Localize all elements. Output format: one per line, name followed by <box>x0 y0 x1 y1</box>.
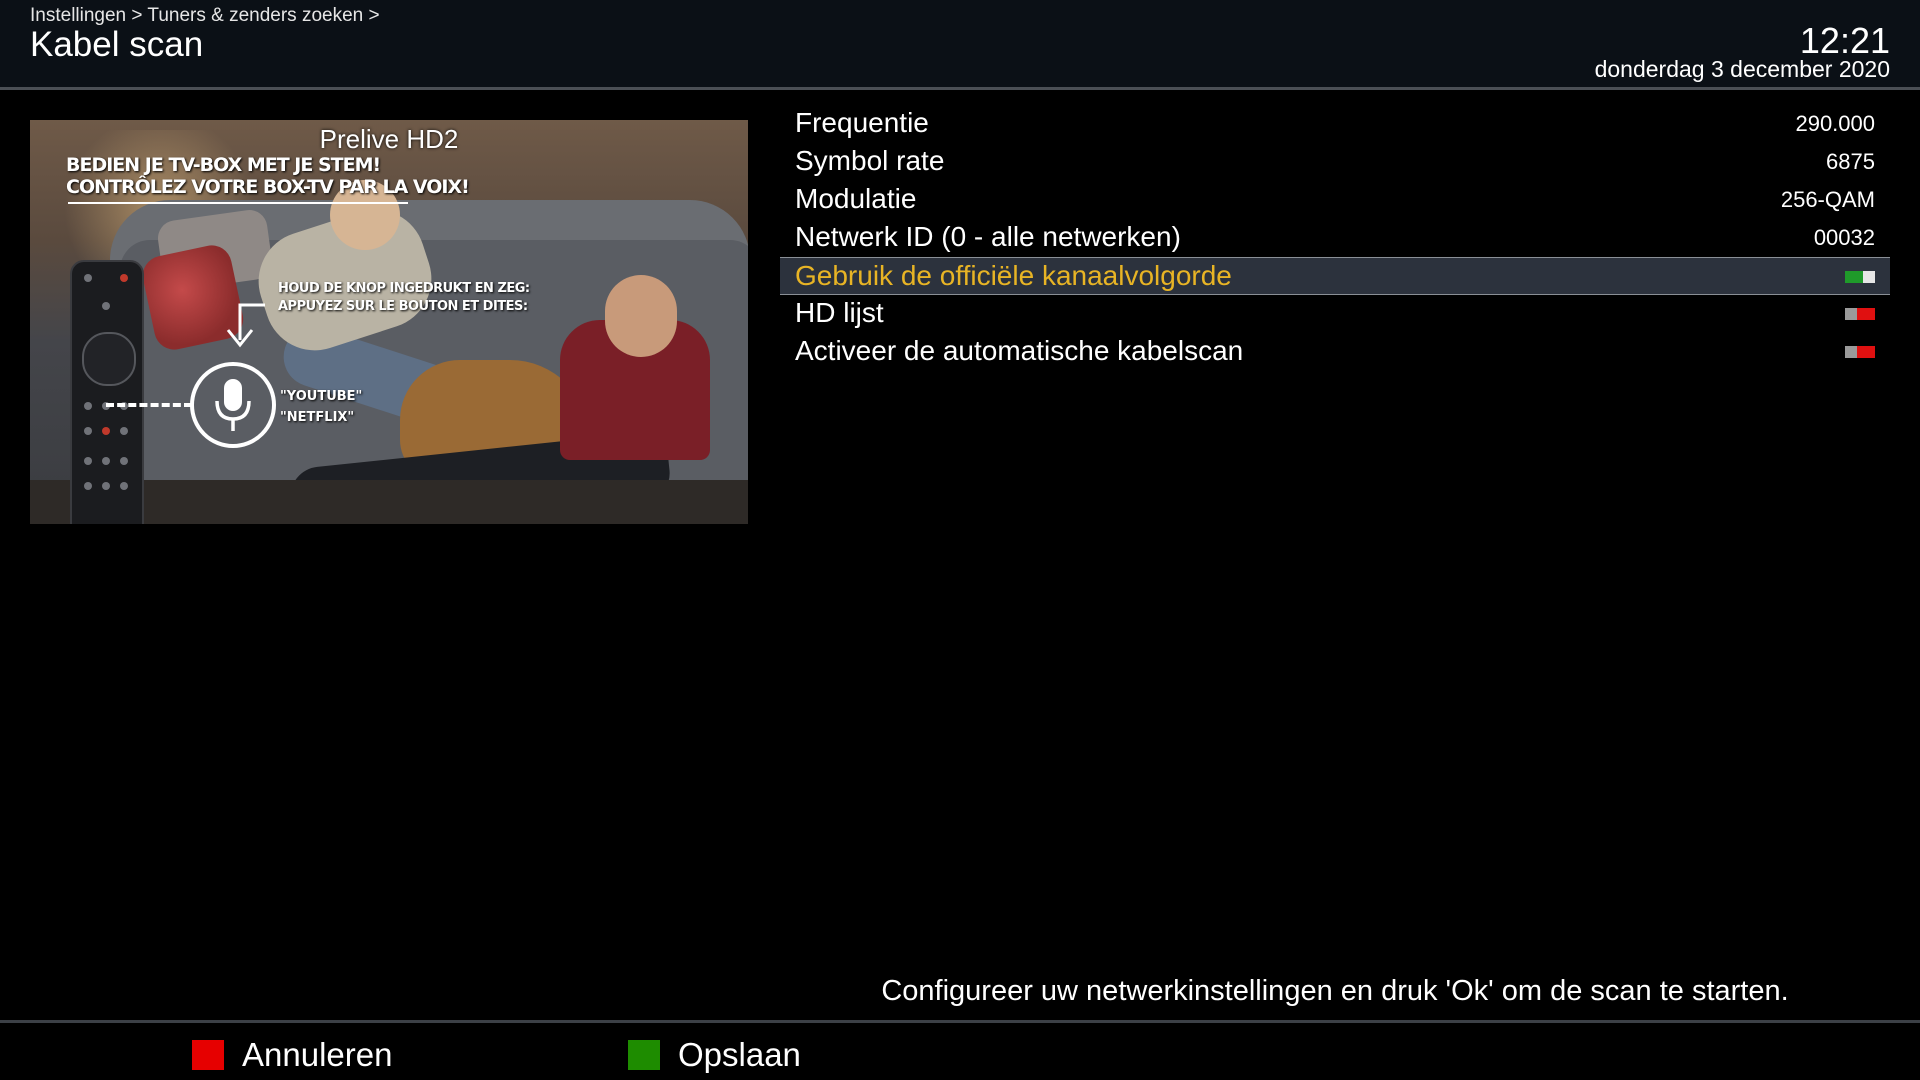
arrow-down-icon <box>226 303 265 348</box>
remote-key <box>102 302 110 310</box>
remote-control-icon <box>70 260 144 524</box>
setting-modulatie[interactable]: Modulatie 256-QAM <box>780 181 1890 219</box>
header-bar: Instellingen > Tuners & zenders zoeken >… <box>0 0 1920 90</box>
microphone-icon <box>190 362 276 448</box>
voice-command-1: "YOUTUBE" <box>280 389 363 404</box>
remote-key <box>120 274 128 282</box>
setting-value: 00032 <box>1813 225 1875 250</box>
setting-label: Modulatie <box>795 183 917 214</box>
setting-officiele-kanaalvolgorde[interactable]: Gebruik de officiële kanaalvolgorde <box>780 257 1890 295</box>
voice-command-2: "NETFLIX" <box>280 410 355 425</box>
setting-label: Symbol rate <box>795 145 945 176</box>
preview-hint-text: HOUD DE KNOP INGEDRUKT EN ZEG: APPUYEZ S… <box>278 280 530 316</box>
remote-dpad <box>82 332 136 386</box>
save-label: Opslaan <box>678 1036 801 1073</box>
breadcrumb: Instellingen > Tuners & zenders zoeken > <box>30 5 380 26</box>
red-key-icon <box>192 1040 224 1070</box>
save-button[interactable]: Opslaan <box>628 1035 801 1075</box>
setting-value: 290.000 <box>1795 111 1875 136</box>
remote-key <box>84 274 92 282</box>
toggle-off-icon[interactable] <box>1845 346 1875 358</box>
setting-value: 256-QAM <box>1780 187 1875 212</box>
preview-man-head <box>605 275 677 357</box>
setting-value: 6875 <box>1826 149 1875 174</box>
page-title: Kabel scan <box>30 25 204 64</box>
preview-voice-commands: "YOUTUBE" "NETFLIX" <box>280 386 362 428</box>
setting-label: Gebruik de officiële kanaalvolgorde <box>795 260 1232 291</box>
remote-key <box>120 427 128 435</box>
setting-label: Netwerk ID (0 - alle netwerken) <box>795 221 1181 252</box>
hint-line-1: HOUD DE KNOP INGEDRUKT EN ZEG: <box>278 281 530 296</box>
remote-key <box>84 427 92 435</box>
promo-underline <box>68 202 408 204</box>
setting-automatische-kabelscan[interactable]: Activeer de automatische kabelscan <box>780 333 1890 371</box>
setting-hd-lijst[interactable]: HD lijst <box>780 295 1890 333</box>
footer-bar: Annuleren Opslaan <box>0 1020 1920 1080</box>
screen: Instellingen > Tuners & zenders zoeken >… <box>0 0 1920 1080</box>
microphone-glyph-icon <box>215 379 251 431</box>
video-preview: Prelive HD2 BEDIEN JE TV-BOX MET JE STEM… <box>30 120 748 524</box>
promo-line-2: CONTRÔLEZ VOTRE BOX-TV PAR LA VOIX! <box>66 176 470 198</box>
remote-key <box>102 427 110 435</box>
remote-key <box>102 482 110 490</box>
green-key-icon <box>628 1040 660 1070</box>
setting-label: Activeer de automatische kabelscan <box>795 335 1244 366</box>
settings-list: Frequentie 290.000 Symbol rate 6875 Modu… <box>780 105 1890 371</box>
setting-frequentie[interactable]: Frequentie 290.000 <box>780 105 1890 143</box>
cancel-button[interactable]: Annuleren <box>192 1035 392 1075</box>
help-text: Configureer uw netwerkinstellingen en dr… <box>881 975 1789 1007</box>
hint-line-2: APPUYEZ SUR LE BOUTON ET DITES: <box>278 299 528 314</box>
toggle-off-icon[interactable] <box>1845 308 1875 320</box>
setting-label: HD lijst <box>795 297 884 328</box>
setting-label: Frequentie <box>795 107 929 138</box>
toggle-on-icon[interactable] <box>1845 271 1875 283</box>
remote-key <box>84 457 92 465</box>
cancel-label: Annuleren <box>242 1036 393 1073</box>
remote-key <box>84 482 92 490</box>
remote-key <box>120 457 128 465</box>
preview-promo-text: BEDIEN JE TV-BOX MET JE STEM! CONTRÔLEZ … <box>66 154 470 198</box>
dashed-connector <box>106 403 192 407</box>
date: donderdag 3 december 2020 <box>1594 56 1890 82</box>
promo-line-1: BEDIEN JE TV-BOX MET JE STEM! <box>66 154 381 176</box>
remote-key <box>84 402 92 410</box>
remote-key <box>120 482 128 490</box>
remote-key <box>102 457 110 465</box>
preview-channel-name: Prelive HD2 <box>319 124 459 154</box>
setting-netwerk-id[interactable]: Netwerk ID (0 - alle netwerken) 00032 <box>780 219 1890 257</box>
setting-symbol-rate[interactable]: Symbol rate 6875 <box>780 143 1890 181</box>
